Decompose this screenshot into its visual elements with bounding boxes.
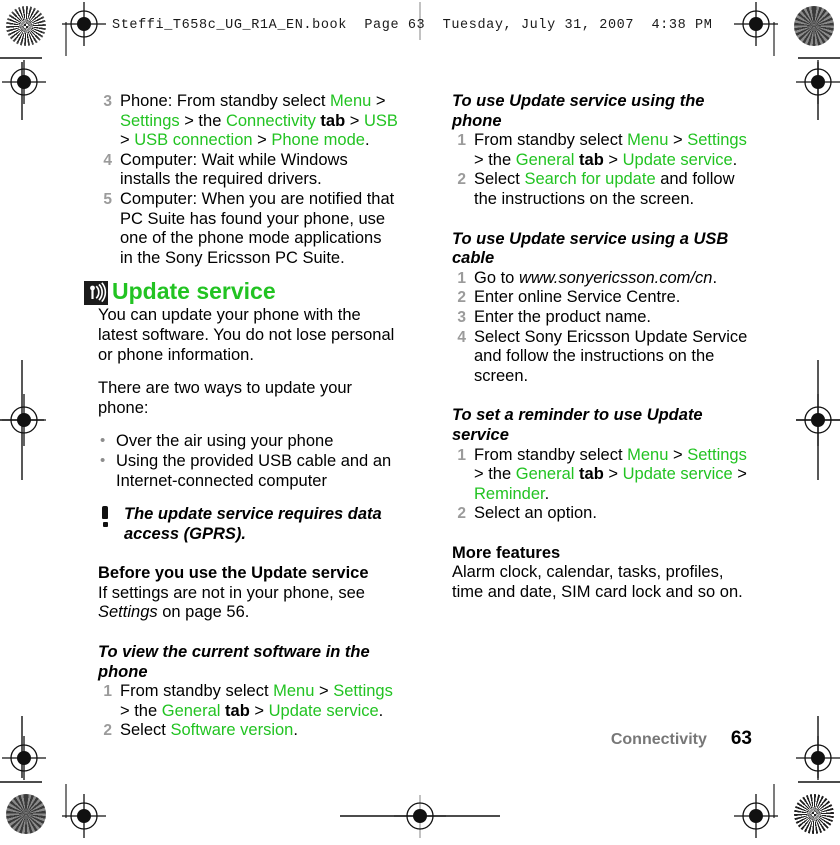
procedure-title-reminder: To set a reminder to use Update service (452, 406, 703, 444)
list-item: 4 Select Sony Ericsson Update Service an… (452, 328, 752, 387)
section-intro-paragraph: You can update your phone with the lates… (98, 306, 395, 364)
list-item: 2 Enter online Service Centre. (452, 288, 752, 308)
list-item-text: Select an option. (474, 504, 597, 523)
list-item-text: From standby select Menu > Settings > th… (474, 445, 747, 503)
before-you-use-heading: Before you use the Update service (98, 564, 369, 583)
antenna-broadcast-glyph (84, 281, 108, 306)
list-item-number: 5 (103, 190, 112, 208)
over-the-air-update-icon (84, 281, 108, 306)
list-item-text: Select Search for update and follow the … (474, 170, 735, 208)
procedure-title-use-phone: To use Update service using the phone (452, 92, 705, 130)
list-item-number: 2 (103, 722, 112, 740)
section-second-paragraph: There are two ways to update your phone: (98, 379, 353, 417)
list-item: 2 Select an option. (452, 504, 752, 524)
list-item-number: 1 (457, 269, 466, 287)
list-item: 3 Enter the product name. (452, 308, 752, 328)
procedure-steps-reminder: 1 From standby select Menu > Settings > … (452, 446, 752, 524)
procedure-steps-use-phone: 1 From standby select Menu > Settings > … (452, 131, 752, 209)
note-text: The update service requires data access … (124, 505, 382, 543)
procedure-title-use-usb: To use Update service using a USB cable (452, 229, 729, 268)
list-item: 4 Computer: Wait while Windows installs … (98, 151, 398, 190)
list-item-number: 4 (103, 151, 112, 169)
update-methods-bullets: Over the air using your phone Using the … (98, 431, 398, 491)
list-item: 1 From standby select Menu > Settings > … (98, 682, 398, 721)
list-item: Over the air using your phone (98, 431, 398, 452)
list-item-text: From standby select Menu > Settings > th… (120, 682, 393, 720)
left-column: 3 Phone: From standby select Menu > Sett… (84, 92, 398, 741)
list-item-text: Go to www.sonyericsson.com/cn. (474, 268, 718, 287)
exclamation-note-icon (100, 506, 110, 530)
list-item-text: Phone: From standby select Menu > Settin… (120, 92, 398, 150)
list-item: 1 From standby select Menu > Settings > … (452, 131, 752, 170)
list-item: 3 Phone: From standby select Menu > Sett… (98, 92, 398, 151)
list-item: 5 Computer: When you are notified that P… (98, 190, 398, 268)
list-item-text: From standby select Menu > Settings > th… (474, 131, 747, 169)
list-item-text: Select Software version. (120, 721, 298, 740)
more-features-text: Alarm clock, calendar, tasks, profiles, … (452, 563, 743, 602)
footer-section-name: Connectivity (610, 731, 707, 748)
list-item-text: Enter online Service Centre. (474, 288, 681, 307)
list-item-number: 1 (103, 683, 112, 701)
before-you-use-text: If settings are not in your phone, see S… (98, 583, 365, 622)
more-features-heading: More features (452, 543, 561, 562)
update-service-section-header: Update service (84, 278, 398, 306)
list-item-number: 2 (457, 171, 466, 189)
footer-page-number: 63 (730, 728, 752, 749)
procedure-title-view-software: To view the current software in the phon… (98, 643, 370, 681)
list-item-text: Enter the product name. (474, 307, 652, 326)
procedure-steps-view-software: 1 From standby select Menu > Settings > … (98, 682, 398, 741)
list-item-number: 4 (457, 328, 466, 346)
list-item: Using the provided USB cable and an Inte… (98, 451, 398, 491)
list-item-number: 2 (457, 505, 466, 523)
list-item-text: Computer: When you are notified that PC … (120, 189, 395, 267)
list-item-text: Select Sony Ericsson Update Service and … (474, 327, 748, 385)
procedure-steps-use-usb: 1 Go to www.sonyericsson.com/cn. 2 Enter… (452, 269, 752, 387)
page-footer: Connectivity 63 (452, 728, 752, 750)
page-content: 3 Phone: From standby select Menu > Sett… (0, 0, 840, 840)
continued-steps-list: 3 Phone: From standby select Menu > Sett… (98, 92, 398, 268)
right-column: To use Update service using the phone 1 … (452, 92, 752, 603)
list-item: 2 Select Search for update and follow th… (452, 170, 752, 209)
list-item-number: 1 (457, 132, 466, 150)
list-item-text: Computer: Wait while Windows installs th… (120, 150, 348, 189)
list-item: 2 Select Software version. (98, 721, 398, 741)
list-item: 1 Go to www.sonyericsson.com/cn. (452, 269, 752, 289)
page-title: Update service (112, 278, 276, 305)
list-item-number: 3 (457, 308, 466, 326)
list-item-number: 2 (457, 289, 466, 307)
list-item-number: 1 (457, 446, 466, 464)
list-item-number: 3 (103, 93, 112, 110)
note-callout: The update service requires data access … (98, 505, 398, 544)
list-item: 1 From standby select Menu > Settings > … (452, 446, 752, 505)
